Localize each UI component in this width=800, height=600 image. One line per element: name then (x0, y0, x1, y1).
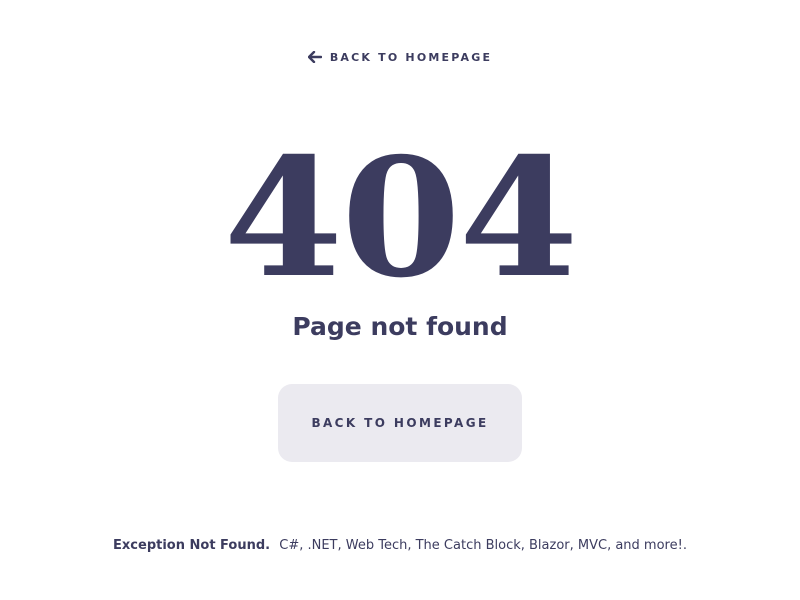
back-to-homepage-button[interactable]: BACK TO HOMEPAGE (278, 384, 522, 462)
error-code: 404 (223, 121, 578, 314)
footer-tagline: C#, .NET, Web Tech, The Catch Block, Bla… (279, 538, 687, 553)
arrow-left-icon (307, 51, 322, 63)
back-to-homepage-link[interactable]: BACK TO HOMEPAGE (0, 47, 800, 67)
footer: Exception Not Found. C#, .NET, Web Tech,… (0, 538, 800, 553)
error-message: Page not found (292, 312, 508, 341)
back-link-label: BACK TO HOMEPAGE (329, 50, 493, 64)
footer-brand: Exception Not Found. (113, 538, 271, 553)
